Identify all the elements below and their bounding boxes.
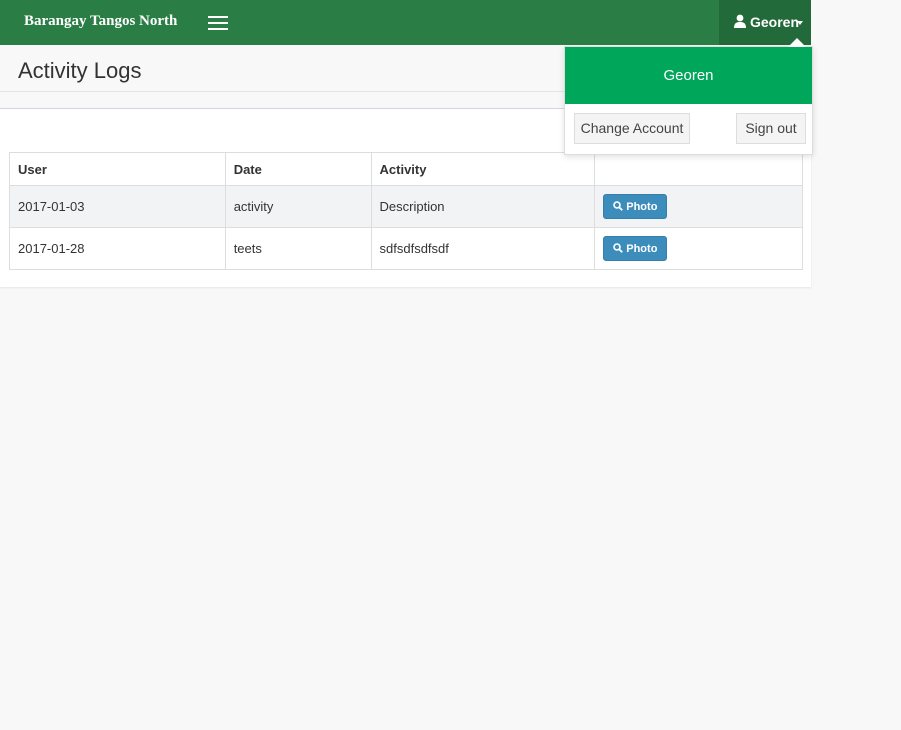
user-icon bbox=[734, 14, 746, 28]
dropdown-arrow bbox=[788, 38, 806, 47]
sign-out-button[interactable]: Sign out bbox=[736, 113, 806, 144]
cell-actions: Photo bbox=[594, 227, 803, 270]
table-row: 2017-01-28 teets sdfsdfsdfsdf Photo bbox=[9, 227, 803, 270]
photo-button[interactable]: Photo bbox=[603, 236, 668, 261]
user-header: Georen bbox=[565, 47, 812, 104]
photo-button-label: Photo bbox=[626, 243, 658, 255]
app-brand[interactable]: Barangay Tangos North bbox=[24, 13, 177, 30]
activity-logs-table: User Date Activity 2017-01-03 activity D… bbox=[9, 152, 803, 270]
top-navbar: Barangay Tangos North Georen bbox=[0, 0, 811, 45]
column-header-activity[interactable]: Activity bbox=[370, 152, 596, 186]
table-header-row: User Date Activity bbox=[9, 152, 803, 186]
cell-actions: Photo bbox=[594, 185, 803, 228]
search-icon bbox=[613, 243, 624, 253]
photo-button[interactable]: Photo bbox=[603, 194, 668, 219]
table-row: 2017-01-03 activity Description Photo bbox=[9, 185, 803, 228]
column-header-actions bbox=[594, 152, 803, 186]
column-header-date[interactable]: Date bbox=[224, 152, 372, 186]
hamburger-icon-line bbox=[208, 22, 228, 24]
column-header-user[interactable]: User bbox=[9, 152, 226, 186]
photo-button-label: Photo bbox=[626, 201, 658, 213]
cell-date: teets bbox=[224, 227, 372, 270]
chevron-down-icon bbox=[797, 21, 803, 25]
hamburger-icon-line bbox=[208, 28, 228, 30]
cell-date: activity bbox=[224, 185, 372, 228]
page-title: Activity Logs bbox=[18, 58, 142, 83]
cell-user: 2017-01-28 bbox=[9, 227, 226, 270]
cell-user: 2017-01-03 bbox=[9, 185, 226, 228]
cell-activity: sdfsdfsdfsdf bbox=[370, 227, 596, 270]
cell-activity: Description bbox=[370, 185, 596, 228]
sidebar-toggle-button[interactable] bbox=[205, 12, 231, 34]
user-dropdown-menu: Georen Change Account Sign out bbox=[564, 38, 813, 155]
change-account-button[interactable]: Change Account bbox=[574, 113, 690, 144]
hamburger-icon bbox=[208, 16, 228, 18]
search-icon bbox=[613, 201, 624, 211]
user-name: Georen bbox=[750, 14, 800, 30]
